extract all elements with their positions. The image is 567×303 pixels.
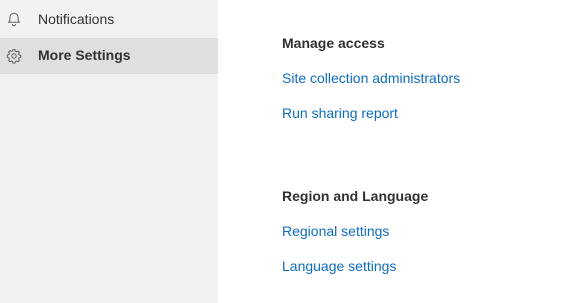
gear-icon (6, 48, 22, 64)
run-sharing-report-link[interactable]: Run sharing report (282, 104, 398, 122)
language-settings-link[interactable]: Language settings (282, 257, 396, 275)
app-window: Notifications More Settings Manage acces… (0, 0, 567, 303)
sidebar: Notifications More Settings (0, 0, 218, 303)
sidebar-item-notifications[interactable]: Notifications (0, 0, 218, 36)
sidebar-item-label: More Settings (38, 47, 131, 63)
sidebar-item-label: Notifications (38, 11, 115, 27)
section-title-region-and-language: Region and Language (282, 188, 429, 204)
regional-settings-link[interactable]: Regional settings (282, 222, 389, 240)
sidebar-item-more-settings[interactable]: More Settings (0, 38, 218, 74)
bell-icon (6, 11, 22, 27)
main-content: Manage access Site collection administra… (218, 0, 567, 303)
site-collection-administrators-link[interactable]: Site collection administrators (282, 69, 460, 87)
section-title-manage-access: Manage access (282, 35, 385, 51)
